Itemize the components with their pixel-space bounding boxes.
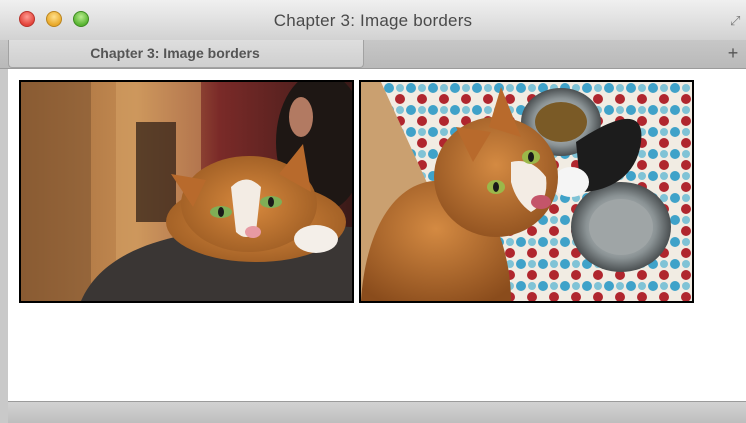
- tab-label: Chapter 3: Image borders: [90, 45, 260, 61]
- cat-photo-1-graphic: [21, 82, 352, 301]
- cat-with-bowl-image: [359, 80, 694, 303]
- cat-on-shoulder-image: [19, 80, 354, 303]
- page-content: [8, 69, 746, 401]
- title-bar[interactable]: Chapter 3: Image borders ⤢: [0, 0, 746, 41]
- status-bar: [8, 401, 746, 423]
- cat-photo-2-graphic: [361, 82, 692, 301]
- browser-window: Chapter 3: Image borders ⤢ Chapter 3: Im…: [0, 0, 746, 423]
- new-tab-button[interactable]: +: [724, 42, 742, 64]
- tab-bar: Chapter 3: Image borders +: [0, 40, 746, 69]
- tab-chapter-3[interactable]: Chapter 3: Image borders: [8, 40, 364, 68]
- window-frame: [0, 69, 8, 423]
- fullscreen-icon[interactable]: ⤢: [730, 14, 744, 28]
- window-title: Chapter 3: Image borders: [273, 11, 473, 30]
